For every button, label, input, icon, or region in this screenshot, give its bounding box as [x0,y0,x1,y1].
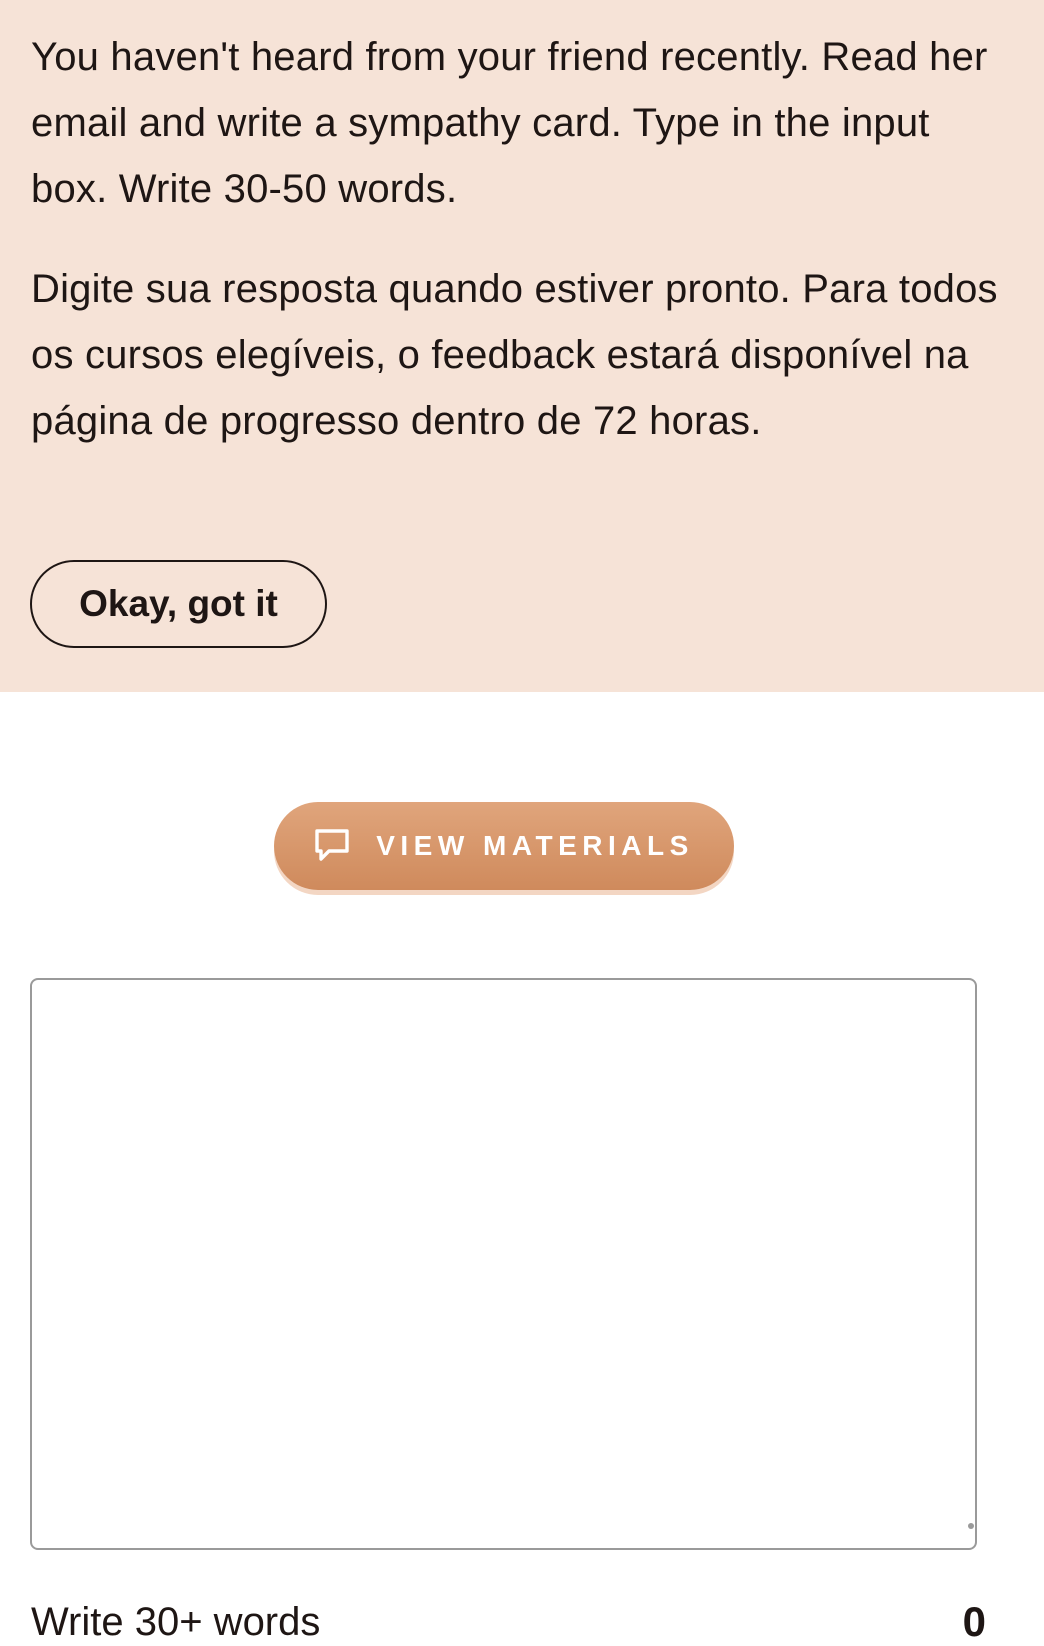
word-count-value: 0 [962,1598,986,1645]
instruction-prompt-english: You haven't heard from your friend recen… [31,35,988,211]
okay-got-it-button[interactable]: Okay, got it [30,560,327,648]
word-count-hint: Write 30+ words [31,1600,321,1644]
view-materials-button[interactable]: VIEW MATERIALS [274,802,734,890]
instruction-prompt-portuguese: Digite sua resposta quando estiver pront… [31,267,998,443]
resize-handle-icon[interactable] [968,1523,974,1529]
answer-input[interactable] [30,978,977,1550]
instruction-panel: You haven't heard from your friend recen… [0,0,1044,692]
view-materials-label: VIEW MATERIALS [376,830,694,861]
comment-icon [314,828,350,864]
